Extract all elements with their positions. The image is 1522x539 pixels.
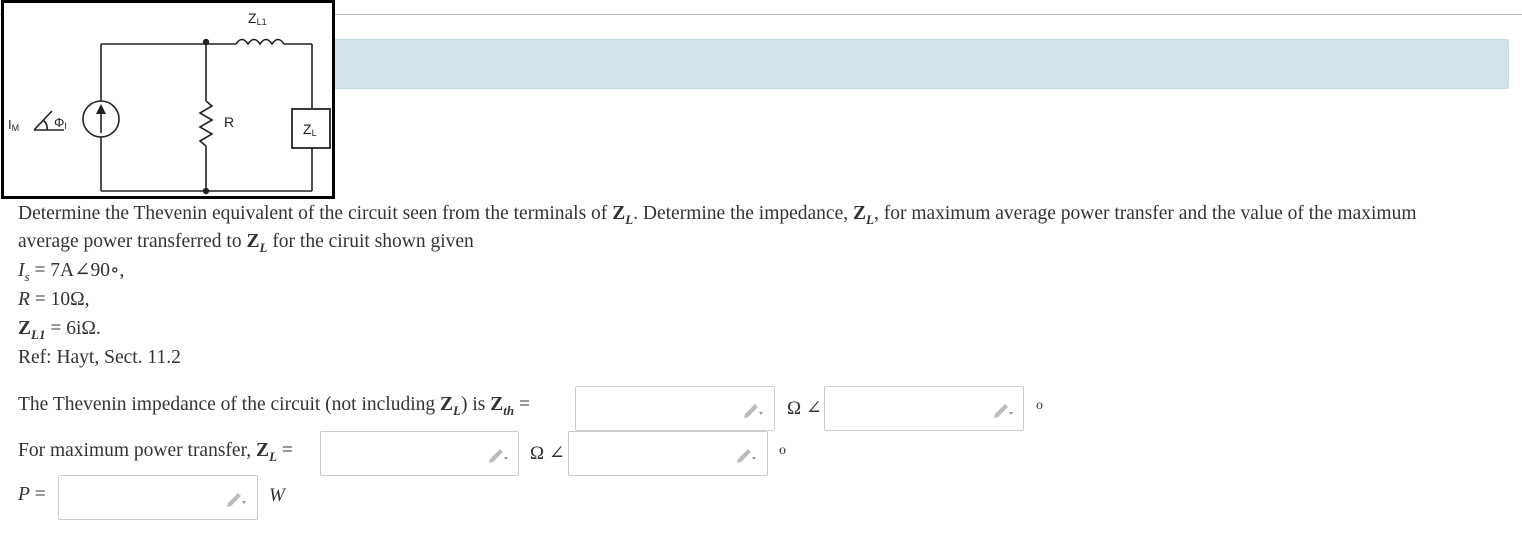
info-banner — [330, 39, 1509, 89]
source-phase-label: ΦI — [54, 115, 67, 131]
circuit-schematic: ZL1 R ZL IM ΦI — [8, 10, 331, 195]
ohm-angle-unit: Ω ∠ — [787, 398, 822, 419]
given-inductor-impedance: ZL1 = 6iΩ. — [18, 318, 101, 342]
circuit-diagram: ZL1 R ZL IM ΦI — [1, 0, 335, 199]
question-max-power-impedance: For maximum power transfer, ZL = — [18, 440, 293, 464]
r-label: R — [224, 114, 234, 130]
problem-line-1: Determine the Thevenin equivalent of the… — [18, 203, 1417, 227]
reference-text: Ref: Hayt, Sect. 11.2 — [18, 347, 181, 368]
pencil-icon — [737, 449, 756, 463]
problem-statement: Determine the Thevenin equivalent of the… — [18, 200, 1513, 373]
node-dot-bottom — [202, 187, 210, 195]
pencil-icon — [744, 404, 763, 418]
zl-symbol: ZL — [852, 203, 874, 227]
question-thevenin-impedance: The Thevenin impedance of the circuit (n… — [18, 394, 530, 418]
ohm-angle-unit: Ω ∠ — [530, 443, 565, 464]
resistor-symbol — [198, 100, 214, 147]
pencil-icon — [489, 449, 508, 463]
problem-line-2: average power transferred to ZL for the … — [18, 231, 474, 255]
source-magnitude-label: IM — [8, 117, 19, 133]
zl1-label: ZL1 — [248, 10, 267, 27]
zl-symbol: ZL — [246, 231, 268, 255]
question-max-power: P = — [18, 484, 46, 505]
zl-label: ZL — [303, 121, 317, 138]
source-arrow — [96, 104, 106, 114]
watt-unit: W — [269, 485, 285, 506]
node-dot-top — [202, 38, 210, 46]
pencil-icon — [994, 404, 1013, 418]
pencil-icon — [227, 493, 246, 507]
given-resistance: R = 10Ω, — [18, 289, 90, 310]
zl-symbol: ZL — [612, 203, 634, 227]
inductor-symbol — [235, 38, 285, 46]
degree-symbol: o — [1036, 398, 1043, 413]
degree-symbol: o — [779, 443, 786, 458]
given-source-current: Is = 7A∠90∘, — [18, 260, 125, 284]
